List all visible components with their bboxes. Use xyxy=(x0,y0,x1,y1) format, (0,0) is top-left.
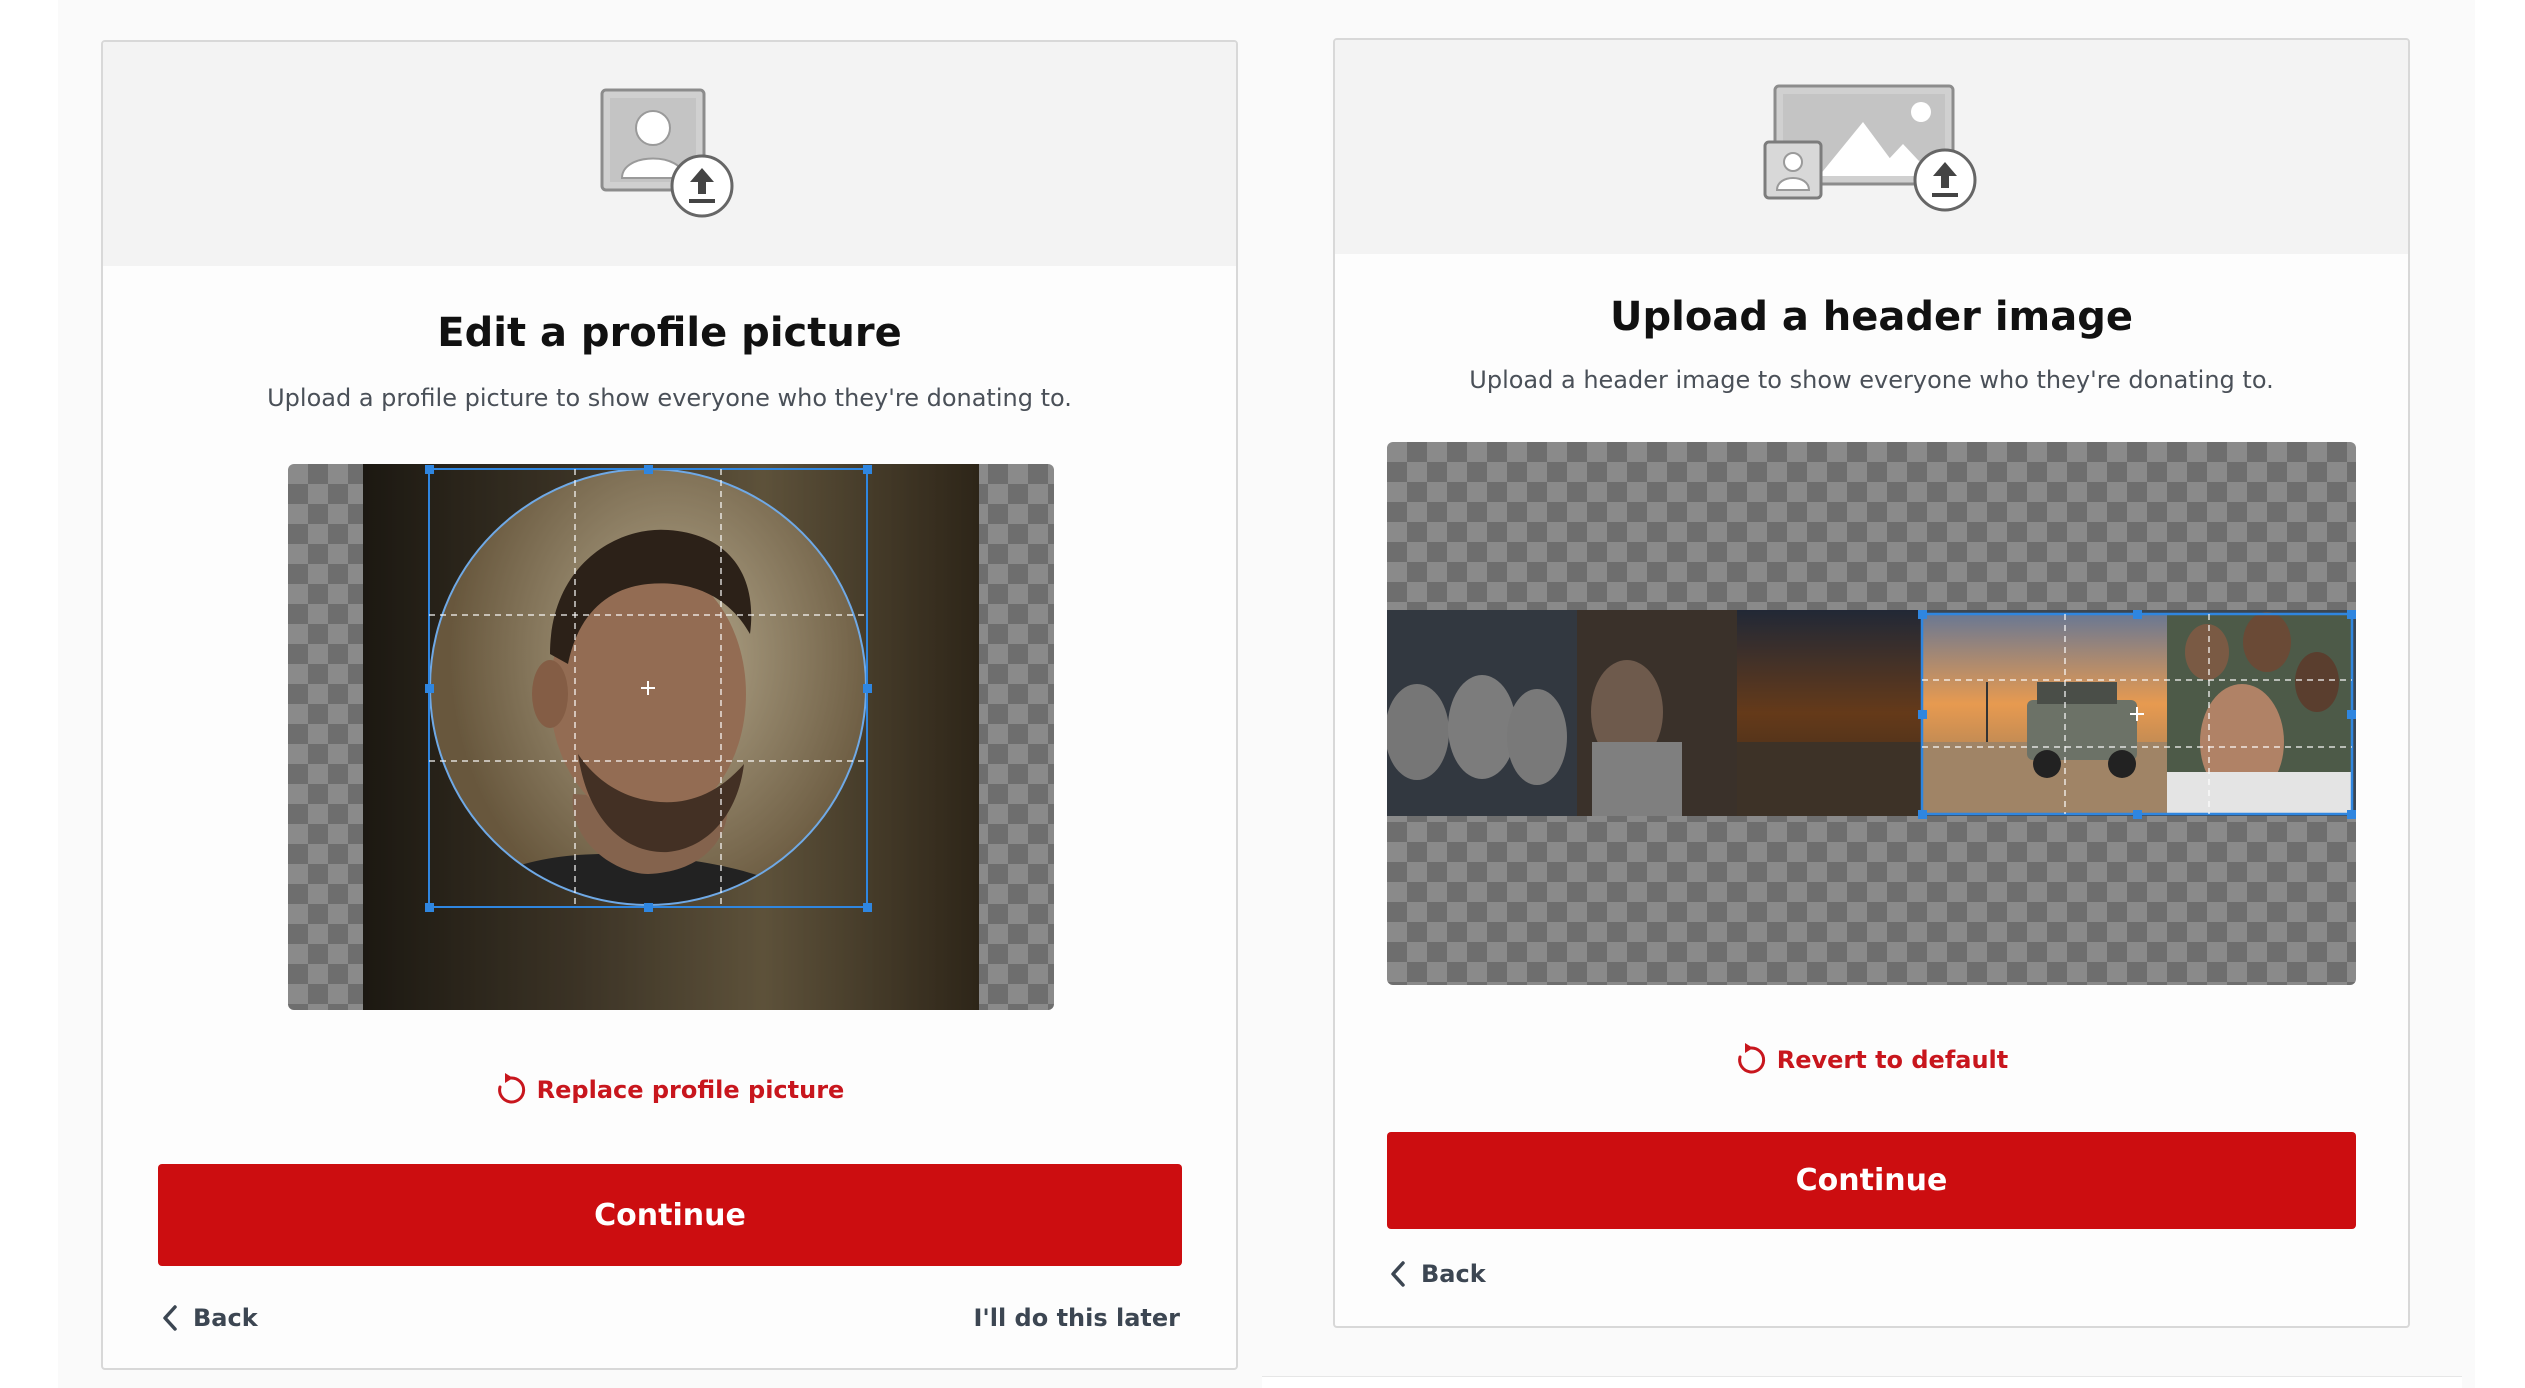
profile-upload-icon xyxy=(600,88,734,218)
header-crop-handle-left[interactable] xyxy=(1918,710,1927,719)
header-crop-handle-top-right[interactable] xyxy=(2347,610,2356,619)
header-image-upload-icon xyxy=(1763,84,1977,212)
crop-handle-bottom-right[interactable] xyxy=(863,903,872,912)
header-crop-handle-bottom-left[interactable] xyxy=(1918,810,1927,819)
profile-modal-title: Edit a profile picture xyxy=(437,310,902,356)
screenshot-stage: Edit a profile picture Upload a profile … xyxy=(0,0,2525,1388)
underlying-page-edge xyxy=(1262,1376,2462,1388)
header-photo-canvas xyxy=(1387,610,2356,816)
profile-continue-button[interactable]: Continue xyxy=(158,1164,1182,1266)
profile-modal-subtitle: Upload a profile picture to show everyon… xyxy=(267,384,1072,412)
refresh-icon xyxy=(1737,1043,1765,1074)
header-crop-handle-right[interactable] xyxy=(2347,710,2356,719)
header-modal-subtitle: Upload a header image to show everyone w… xyxy=(1469,366,2274,394)
header-back-link[interactable]: Back xyxy=(1389,1254,1486,1294)
profile-modal-illustration-area xyxy=(103,42,1236,266)
header-modal-illustration-area xyxy=(1335,40,2408,254)
replace-profile-picture-link[interactable]: Replace profile picture xyxy=(103,1070,1236,1110)
chevron-left-icon xyxy=(1391,1261,1405,1287)
profile-back-label: Back xyxy=(193,1304,258,1332)
chevron-left-icon xyxy=(163,1305,177,1331)
profile-back-link[interactable]: Back xyxy=(161,1298,258,1338)
header-continue-button[interactable]: Continue xyxy=(1387,1132,2356,1229)
header-crop-handle-bottom-right[interactable] xyxy=(2347,810,2356,819)
crop-handle-bottom-left[interactable] xyxy=(425,903,434,912)
header-crop-handle-top[interactable] xyxy=(2133,610,2142,619)
page-right-margin xyxy=(2475,0,2525,1388)
crop-handle-top[interactable] xyxy=(644,465,653,474)
header-modal-title: Upload a header image xyxy=(1610,294,2133,340)
profile-crop-editor[interactable] xyxy=(288,464,1054,1010)
do-this-later-link[interactable]: I'll do this later xyxy=(973,1304,1180,1332)
profile-picture-modal: Edit a profile picture Upload a profile … xyxy=(101,40,1238,1370)
header-crop-handle-top-left[interactable] xyxy=(1918,610,1927,619)
revert-to-default-link[interactable]: Revert to default xyxy=(1335,1040,2408,1080)
crop-handle-left[interactable] xyxy=(425,684,434,693)
replace-profile-picture-label: Replace profile picture xyxy=(536,1076,845,1104)
header-crop-handle-bottom[interactable] xyxy=(2133,810,2142,819)
revert-to-default-label: Revert to default xyxy=(1776,1046,2009,1074)
profile-photo-canvas xyxy=(363,464,979,1010)
header-image-modal: Upload a header image Upload a header im… xyxy=(1333,38,2410,1328)
crop-handle-bottom[interactable] xyxy=(644,903,653,912)
refresh-icon xyxy=(497,1073,525,1104)
crop-handle-top-left[interactable] xyxy=(425,465,434,474)
header-crop-editor[interactable] xyxy=(1387,442,2356,985)
header-back-label: Back xyxy=(1421,1260,1486,1288)
crop-handle-top-right[interactable] xyxy=(863,465,872,474)
crop-handle-right[interactable] xyxy=(863,684,872,693)
